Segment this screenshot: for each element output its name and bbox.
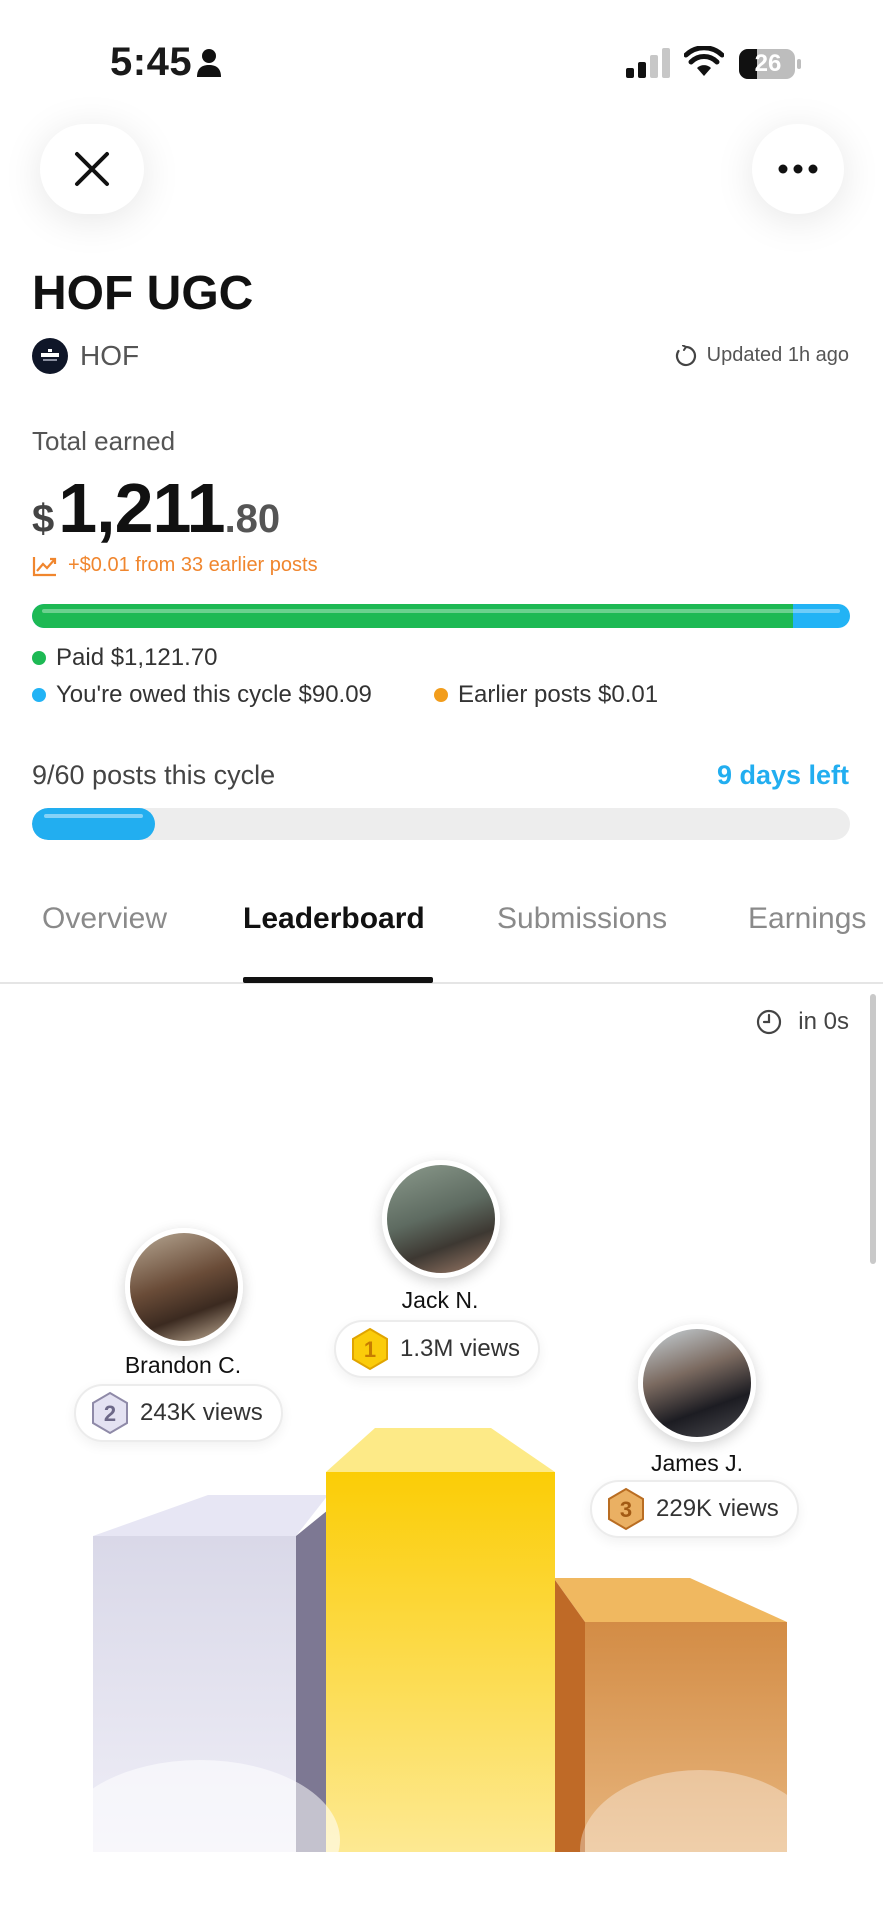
tab-overview[interactable]: Overview — [42, 902, 167, 936]
earnings-bar-highlight — [42, 609, 840, 613]
more-options-button[interactable] — [752, 124, 844, 214]
avatar-third-place[interactable] — [638, 1324, 756, 1442]
trending-up-icon — [32, 556, 57, 576]
podium-second-top — [93, 1495, 328, 1536]
views-text-second: 243K views — [140, 1399, 263, 1426]
posts-progress-fill — [32, 808, 155, 840]
tab-leaderboard[interactable]: Leaderboard — [243, 902, 425, 936]
rank-1-hex-icon: 1 — [352, 1327, 388, 1371]
tab-earnings[interactable]: Earnings — [748, 902, 866, 936]
days-left: 9 days left — [716, 760, 849, 790]
battery-level: 26 — [754, 50, 782, 77]
earnings-trend: +$0.01 from 33 earlier posts — [32, 554, 318, 577]
currency-symbol: $ — [32, 497, 55, 541]
posts-cycle-label: 9/60 posts this cycle — [32, 760, 276, 790]
podium-first-top — [326, 1428, 555, 1472]
podium-third-side — [555, 1580, 585, 1852]
brand-name: HOF — [80, 340, 140, 371]
close-button[interactable] — [40, 124, 144, 214]
tab-submissions[interactable]: Submissions — [497, 902, 667, 936]
earlier-dot — [434, 688, 448, 702]
legend-earlier-text: Earlier posts $0.01 — [458, 681, 659, 708]
earnings-bar-paid — [32, 604, 793, 628]
total-earned-label: Total earned — [32, 426, 176, 456]
views-text-third: 229K views — [656, 1495, 779, 1522]
legend-paid-text: Paid $1,121.70 — [56, 644, 218, 671]
legend-owed-text: You're owed this cycle $90.09 — [56, 681, 372, 708]
paid-dot — [32, 651, 46, 665]
podium-name-second: Brandon C. — [124, 1352, 242, 1378]
refresh-text: in 0s — [798, 1008, 849, 1035]
leaderboard-refresh-timer: in 0s — [756, 1008, 849, 1036]
views-badge-third: 3 229K views — [590, 1480, 799, 1538]
hof-logo-icon — [41, 349, 59, 361]
wifi-icon — [684, 46, 724, 76]
podium-third-top — [555, 1578, 787, 1622]
active-tab-indicator — [243, 977, 433, 983]
close-icon — [75, 152, 109, 186]
clock-icon — [757, 1009, 782, 1035]
rank-2-number: 2 — [104, 1401, 116, 1426]
brand-link[interactable]: HOF — [32, 338, 139, 374]
avatar-first-place[interactable] — [382, 1160, 500, 1278]
legend-paid: Paid $1,121.70 — [32, 644, 217, 672]
brand-logo — [32, 338, 68, 374]
tab-bar: Overview Leaderboard Submissions Earning… — [0, 880, 883, 984]
podium-name-third: James J. — [650, 1450, 744, 1476]
total-earned-amount: $ 1,211 .80 — [32, 468, 280, 548]
refresh-icon — [675, 344, 696, 366]
updated-text: Updated 1h ago — [706, 344, 849, 366]
amount-integer: 1,211 — [58, 469, 225, 547]
owed-dot — [32, 688, 46, 702]
avatar-second-place[interactable] — [125, 1228, 243, 1346]
person-icon — [197, 49, 221, 77]
posts-progress-bar — [32, 808, 850, 840]
podium-name-first: Jack N. — [401, 1287, 479, 1313]
podium-first-front — [326, 1472, 555, 1852]
updated-status: Updated 1h ago — [675, 344, 849, 367]
rank-3-hex-icon: 3 — [608, 1487, 644, 1531]
earnings-bar — [32, 604, 850, 628]
views-text-first: 1.3M views — [400, 1335, 521, 1362]
rank-2-hex-icon: 2 — [92, 1391, 128, 1435]
rank-1-number: 1 — [364, 1337, 376, 1362]
trend-text: +$0.01 from 33 earlier posts — [68, 554, 318, 576]
views-badge-first: 1 1.3M views — [334, 1320, 541, 1378]
more-horizontal-icon — [778, 164, 818, 174]
amount-decimal: .80 — [224, 497, 281, 541]
leaderboard-podium: Jack N. 1 1.3M views Brandon C. 2 243K v… — [0, 1160, 883, 1860]
status-bar: 5:45 26 — [0, 0, 883, 110]
campaign-title: HOF UGC — [32, 267, 254, 320]
rank-3-number: 3 — [620, 1497, 632, 1522]
status-time: 5:45 — [110, 40, 193, 84]
cellular-signal-icon — [626, 48, 670, 78]
legend-owed: You're owed this cycle $90.09 — [32, 681, 372, 709]
views-badge-second: 2 243K views — [74, 1384, 283, 1442]
legend-earlier: Earlier posts $0.01 — [434, 681, 658, 709]
